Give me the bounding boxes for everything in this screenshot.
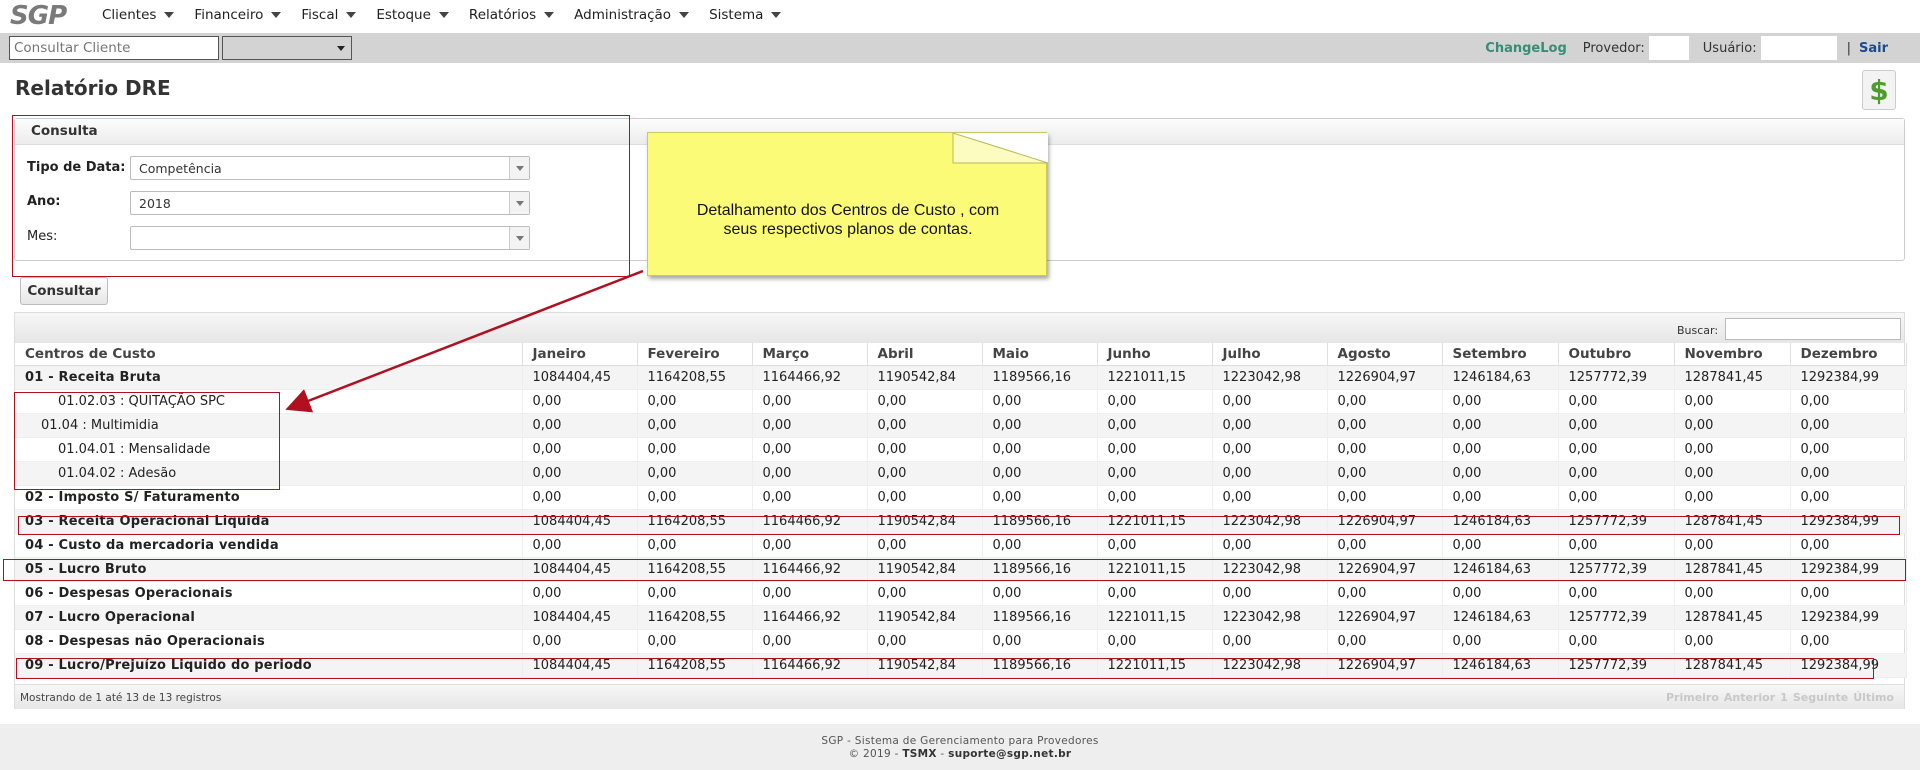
copyright-text: © 2019 - bbox=[848, 748, 903, 760]
note-text: Detalhamento dos Centros de Custo , com … bbox=[696, 202, 1000, 238]
footer-system-name: SGP - Sistema de Gerenciamento para Prov… bbox=[821, 735, 1099, 747]
annotation-arrow bbox=[285, 269, 644, 413]
support-email-link[interactable]: suporte@sgp.net.br bbox=[948, 748, 1071, 760]
sticky-note: Detalhamento dos Centros de Custo , com … bbox=[647, 132, 1048, 276]
company-name: TSMX bbox=[902, 748, 937, 760]
page-footer: SGP - Sistema de Gerenciamento para Prov… bbox=[0, 724, 1920, 770]
footer-copyright: © 2019 - TSMX - suporte@sgp.net.br bbox=[0, 748, 1920, 761]
separator: - bbox=[936, 748, 949, 760]
